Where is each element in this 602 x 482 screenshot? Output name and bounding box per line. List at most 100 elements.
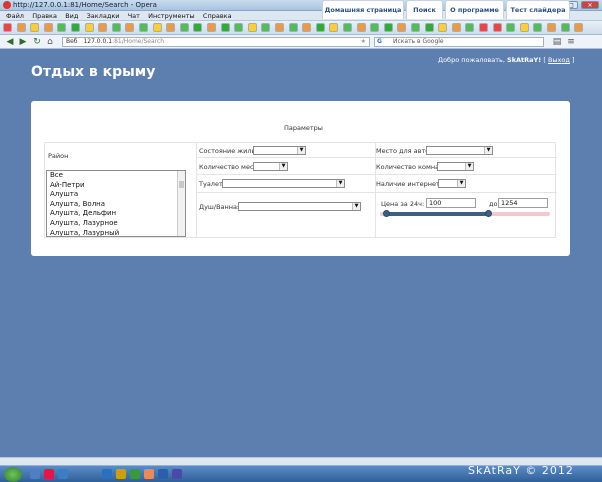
taskbar-app-icon[interactable] bbox=[30, 469, 40, 479]
browser-tab[interactable] bbox=[411, 23, 420, 32]
parking-select[interactable]: ▼ bbox=[426, 146, 493, 155]
browser-tab[interactable] bbox=[125, 23, 135, 32]
browser-tab[interactable] bbox=[30, 23, 40, 32]
start-button[interactable] bbox=[4, 467, 22, 482]
browser-tab[interactable] bbox=[71, 23, 80, 32]
browser-tab[interactable] bbox=[179, 23, 189, 32]
district-option[interactable]: Все bbox=[47, 171, 185, 181]
browser-tab[interactable] bbox=[288, 23, 298, 32]
tab-about[interactable]: О программе bbox=[445, 0, 504, 19]
chevron-down-icon: ▼ bbox=[484, 147, 492, 154]
menu-edit[interactable]: Правка bbox=[32, 11, 57, 21]
browser-tab[interactable] bbox=[43, 23, 53, 32]
browser-tab[interactable] bbox=[451, 23, 461, 32]
browser-tab[interactable] bbox=[220, 23, 230, 32]
toilet-select[interactable]: ▼ bbox=[222, 179, 345, 188]
browser-tab[interactable] bbox=[193, 23, 203, 32]
district-listbox[interactable]: Все Ай-Петри Алушта Алушта, Волна Алушта, Де… bbox=[46, 170, 186, 237]
browser-tab[interactable] bbox=[57, 23, 67, 32]
browser-tab[interactable] bbox=[84, 23, 94, 32]
browser-tab[interactable] bbox=[356, 23, 366, 32]
browser-tab[interactable] bbox=[533, 23, 543, 32]
url-path: :81/Home/Search bbox=[112, 38, 165, 45]
internet-select[interactable]: ▼ bbox=[438, 179, 466, 188]
browser-tab[interactable] bbox=[574, 23, 584, 32]
browser-tab[interactable] bbox=[247, 23, 257, 32]
taskbar-app-icon[interactable] bbox=[144, 469, 154, 479]
browser-tab[interactable] bbox=[3, 23, 12, 32]
panel-icon[interactable]: ▤ bbox=[552, 37, 562, 47]
browser-tab[interactable] bbox=[315, 23, 325, 32]
taskbar-app-icon[interactable] bbox=[116, 469, 126, 479]
browser-tab[interactable] bbox=[111, 23, 121, 32]
district-option[interactable]: Алушта, Волна bbox=[47, 200, 185, 210]
browser-tab[interactable] bbox=[519, 23, 529, 32]
browser-tab[interactable] bbox=[547, 23, 556, 32]
places-select[interactable]: ▼ bbox=[253, 162, 288, 171]
browser-tab[interactable] bbox=[506, 23, 516, 32]
taskbar-app-icon[interactable] bbox=[58, 469, 68, 479]
browser-tab[interactable] bbox=[370, 23, 380, 32]
close-button[interactable]: ✕ bbox=[581, 1, 599, 9]
browser-tab[interactable] bbox=[397, 23, 407, 32]
browser-tab[interactable] bbox=[438, 23, 448, 32]
reload-icon[interactable]: ↻ bbox=[32, 37, 42, 47]
taskbar-app-icon[interactable] bbox=[158, 469, 168, 479]
browser-tab[interactable] bbox=[275, 23, 284, 32]
listbox-scrollbar[interactable] bbox=[177, 171, 185, 236]
watermark: SkAtRaY © 2012 bbox=[468, 464, 574, 477]
taskbar-app-icon[interactable] bbox=[44, 469, 54, 479]
browser-tab[interactable] bbox=[465, 23, 475, 32]
browser-tab[interactable] bbox=[261, 23, 271, 32]
rooms-select[interactable]: ▼ bbox=[437, 162, 474, 171]
back-icon[interactable]: ◀ bbox=[5, 37, 15, 47]
menu-file[interactable]: Файл bbox=[6, 11, 24, 21]
home-icon[interactable]: ⌂ bbox=[45, 37, 55, 47]
browser-tab[interactable] bbox=[560, 23, 570, 32]
username: SkAtRaY! bbox=[507, 56, 542, 64]
browser-tab[interactable] bbox=[383, 23, 393, 32]
menu-bookmarks[interactable]: Закладки bbox=[87, 11, 120, 21]
tab-slider-test[interactable]: Тест слайдера bbox=[506, 0, 570, 19]
url-field[interactable]: Веб 127.0.0.1:81/Home/Search ★ bbox=[62, 37, 370, 47]
browser-tab[interactable] bbox=[234, 23, 244, 32]
forward-icon[interactable]: ▶ bbox=[18, 37, 28, 47]
browser-tab[interactable] bbox=[329, 23, 339, 32]
bookmark-star-icon[interactable]: ★ bbox=[361, 38, 366, 46]
menu-icon[interactable]: ≡ bbox=[566, 37, 576, 47]
bracket-close: ] bbox=[571, 56, 575, 64]
window-title: http://127.0.0.1:81/Home/Search - Opera bbox=[13, 1, 157, 9]
search-field[interactable]: G Искать в Google bbox=[374, 37, 544, 47]
price-to-input[interactable]: 1254 bbox=[498, 198, 548, 208]
search-engine-icon[interactable]: G bbox=[377, 38, 382, 46]
district-option[interactable]: Алушта, Лазурный bbox=[47, 229, 185, 236]
tab-search[interactable]: Поиск bbox=[406, 0, 443, 19]
menu-tools[interactable]: Инструменты bbox=[148, 11, 195, 21]
taskbar-app-icon[interactable] bbox=[172, 469, 182, 479]
menu-chat[interactable]: Чат bbox=[128, 11, 140, 21]
browser-tab[interactable] bbox=[302, 23, 312, 32]
tab-home[interactable]: Домашняя страница bbox=[322, 0, 404, 19]
district-option[interactable]: Ай-Петри bbox=[47, 181, 185, 191]
district-option[interactable]: Алушта, Дельфин bbox=[47, 209, 185, 219]
logout-link[interactable]: Выход bbox=[548, 56, 570, 64]
browser-tab[interactable] bbox=[98, 23, 108, 32]
district-option[interactable]: Алушта bbox=[47, 190, 185, 200]
browser-tab[interactable] bbox=[207, 23, 216, 32]
housing-state-select[interactable]: ▼ bbox=[253, 146, 306, 155]
browser-tab[interactable] bbox=[152, 23, 162, 32]
browser-tab[interactable] bbox=[139, 23, 148, 32]
price-from-input[interactable]: 100 bbox=[426, 198, 476, 208]
taskbar-app-icon[interactable] bbox=[102, 469, 112, 479]
browser-tab[interactable] bbox=[424, 23, 434, 32]
browser-tab[interactable] bbox=[343, 23, 352, 32]
menu-help[interactable]: Справка bbox=[203, 11, 232, 21]
browser-tab[interactable] bbox=[16, 23, 26, 32]
browser-tab[interactable] bbox=[166, 23, 176, 32]
menu-view[interactable]: Вид bbox=[65, 11, 78, 21]
browser-tab[interactable] bbox=[479, 23, 488, 32]
district-option[interactable]: Алушта, Лазурное bbox=[47, 219, 185, 229]
shower-select[interactable]: ▼ bbox=[238, 202, 361, 211]
taskbar-app-icon[interactable] bbox=[130, 469, 140, 479]
browser-tab[interactable] bbox=[492, 23, 502, 32]
